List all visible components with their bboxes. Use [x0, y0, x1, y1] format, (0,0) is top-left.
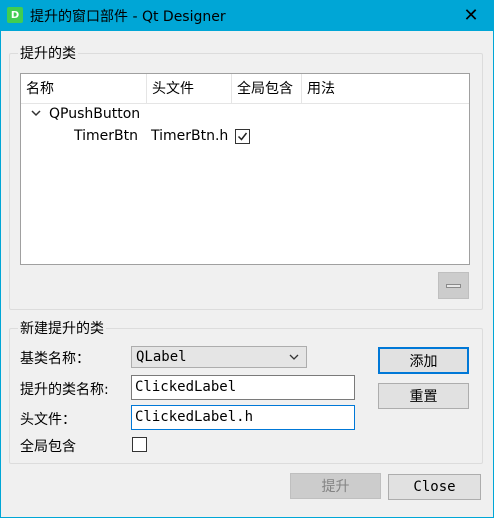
- tree-row-timerbtn[interactable]: TimerBtn TimerBtn.h: [21, 126, 469, 148]
- column-header-header-file[interactable]: 头文件: [147, 74, 232, 104]
- promote-button[interactable]: 提升: [290, 473, 381, 499]
- close-icon[interactable]: ✕: [448, 0, 494, 31]
- header-file-input[interactable]: ClickedLabel.h: [131, 405, 355, 430]
- row-name: QPushButton: [49, 106, 141, 122]
- global-include-checkbox[interactable]: [235, 129, 250, 144]
- row-header-file: TimerBtn.h: [151, 128, 229, 144]
- promoted-classes-tree[interactable]: 名称 头文件 全局包含 用法 QPushButton TimerBtn Time…: [20, 73, 470, 265]
- global-include-checkbox-new[interactable]: [132, 437, 147, 452]
- promoted-classes-group-title: 提升的类: [18, 43, 78, 63]
- base-class-value: QLabel: [136, 349, 187, 365]
- base-class-select[interactable]: QLabel: [131, 346, 307, 368]
- minus-icon: [446, 283, 461, 288]
- column-header-name[interactable]: 名称: [21, 74, 147, 104]
- tree-row-qpushbutton[interactable]: QPushButton: [21, 104, 469, 126]
- add-button[interactable]: 添加: [378, 347, 469, 374]
- column-header-usage[interactable]: 用法: [302, 74, 469, 104]
- new-promoted-class-group-title: 新建提升的类: [18, 318, 106, 338]
- window-title: 提升的窗口部件 - Qt Designer: [30, 9, 226, 25]
- chevron-down-icon[interactable]: [30, 107, 42, 122]
- remove-promoted-button[interactable]: [438, 272, 469, 299]
- column-header-global-include[interactable]: 全局包含: [232, 74, 302, 104]
- row-name: TimerBtn: [74, 128, 138, 144]
- base-class-label: 基类名称：: [20, 351, 90, 367]
- reset-button[interactable]: 重置: [378, 383, 469, 409]
- header-file-label: 头文件：: [20, 412, 76, 428]
- close-button[interactable]: Close: [388, 474, 481, 500]
- tree-header: 名称 头文件 全局包含 用法: [21, 74, 469, 104]
- checkmark-icon: [237, 132, 248, 141]
- qt-designer-icon: D: [7, 7, 23, 23]
- global-include-label: 全局包含: [20, 439, 76, 455]
- class-name-label: 提升的类名称:: [20, 382, 109, 398]
- title-bar: D 提升的窗口部件 - Qt Designer ✕: [0, 0, 494, 31]
- chevron-down-icon: [288, 347, 300, 373]
- class-name-input[interactable]: ClickedLabel: [131, 375, 355, 400]
